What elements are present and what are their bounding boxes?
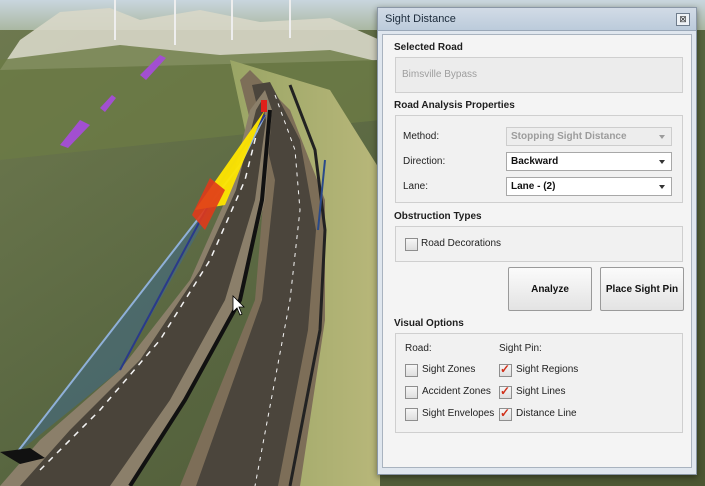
chevron-down-icon xyxy=(659,160,665,164)
road-analysis-group: Method: Stopping Sight Distance Directio… xyxy=(395,115,683,203)
sight-envelopes-checkbox[interactable] xyxy=(405,408,418,421)
sight-lines-checkbox[interactable] xyxy=(499,384,512,399)
sight-zones-label: Sight Zones xyxy=(422,364,476,375)
dialog-titlebar[interactable]: Sight Distance ⊠ xyxy=(378,8,696,31)
accident-zones-checkbox[interactable] xyxy=(405,386,418,399)
direction-value: Backward xyxy=(511,156,559,167)
distance-line-label: Distance Line xyxy=(516,408,577,419)
lane-label: Lane: xyxy=(403,181,429,192)
direction-dropdown[interactable]: Backward xyxy=(506,152,672,171)
method-dropdown[interactable]: Stopping Sight Distance xyxy=(506,127,672,146)
dialog-body: Selected Road Bimsville Bypass Road Anal… xyxy=(382,34,692,468)
road-decorations-checkbox[interactable] xyxy=(405,238,418,251)
close-icon[interactable]: ⊠ xyxy=(676,13,690,26)
distance-line-checkbox[interactable] xyxy=(499,406,512,421)
sight-distance-dialog: Sight Distance ⊠ Selected Road Bimsville… xyxy=(377,7,697,475)
place-sight-pin-button[interactable]: Place Sight Pin xyxy=(600,267,684,311)
method-value: Stopping Sight Distance xyxy=(511,131,627,142)
lane-dropdown[interactable]: Lane - (2) xyxy=(506,177,672,196)
selected-road-value: Bimsville Bypass xyxy=(402,69,478,80)
obstruction-types-heading: Obstruction Types xyxy=(394,211,482,222)
sight-regions-label: Sight Regions xyxy=(516,364,579,375)
visual-options-heading: Visual Options xyxy=(394,318,464,329)
chevron-down-icon xyxy=(659,185,665,189)
accident-zones-label: Accident Zones xyxy=(422,386,491,397)
sight-envelopes-label: Sight Envelopes xyxy=(422,408,495,419)
sight-zones-checkbox[interactable] xyxy=(405,364,418,377)
obstruction-types-group: Road Decorations xyxy=(395,226,683,262)
visual-options-group: Road: Sight Pin: Sight Zones Accident Zo… xyxy=(395,333,683,433)
chevron-down-icon xyxy=(659,135,665,139)
direction-label: Direction: xyxy=(403,156,446,167)
road-decorations-label: Road Decorations xyxy=(421,238,502,249)
analyze-button[interactable]: Analyze xyxy=(508,267,592,311)
sight-regions-checkbox[interactable] xyxy=(499,362,512,377)
dialog-title: Sight Distance xyxy=(385,13,456,25)
method-label: Method: xyxy=(403,131,440,142)
selected-road-heading: Selected Road xyxy=(394,42,463,53)
sight-lines-label: Sight Lines xyxy=(516,386,566,397)
sight-pin-options-heading: Sight Pin: xyxy=(499,343,542,354)
road-options-heading: Road: xyxy=(405,343,432,354)
road-analysis-heading: Road Analysis Properties xyxy=(394,100,515,111)
lane-value: Lane - (2) xyxy=(511,181,556,192)
selected-road-field: Bimsville Bypass xyxy=(395,57,683,93)
